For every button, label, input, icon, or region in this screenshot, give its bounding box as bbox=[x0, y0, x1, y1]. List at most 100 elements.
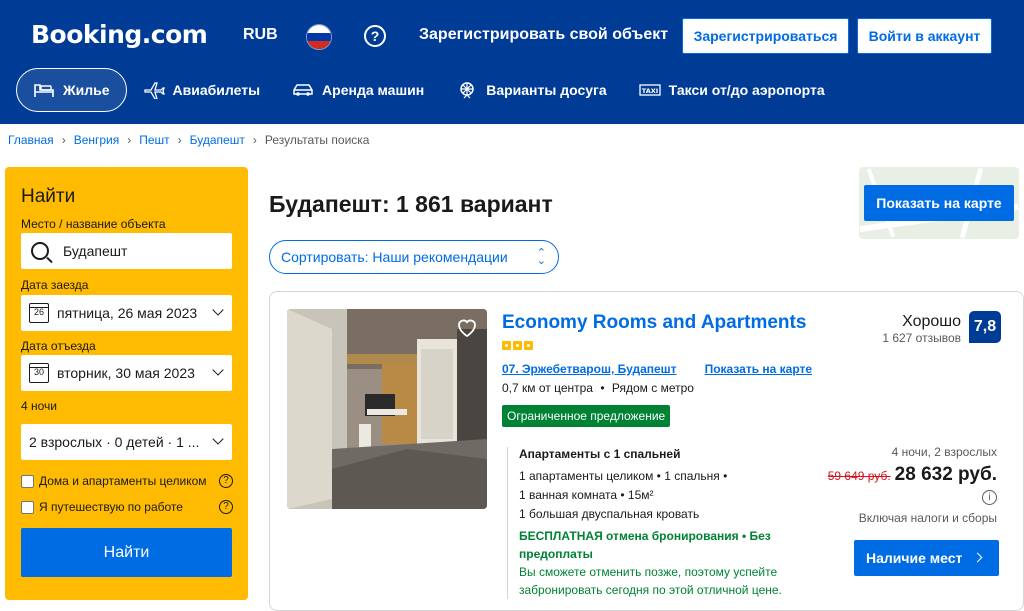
chevron-right-icon: › bbox=[127, 133, 132, 147]
star-rating bbox=[502, 341, 535, 350]
info-icon[interactable]: ? bbox=[219, 500, 233, 514]
svg-text:TAXI: TAXI bbox=[641, 87, 657, 95]
nav-label: Авиабилеты bbox=[172, 82, 261, 98]
search-title: Найти bbox=[21, 186, 76, 207]
checkout-label: Дата отъезда bbox=[21, 339, 96, 353]
star-icon bbox=[502, 341, 511, 350]
checkbox[interactable] bbox=[21, 474, 34, 488]
work-travel-checkbox[interactable]: Я путешествую по работе ? bbox=[21, 500, 233, 514]
currency-selector[interactable]: RUB bbox=[243, 26, 278, 44]
search-panel: Найти Место / название объекта Будапешт … bbox=[5, 167, 248, 600]
top-header: Booking.com RUB ? Зарегистрировать свой … bbox=[0, 0, 1024, 124]
property-name[interactable]: Economy Rooms and Apartments bbox=[502, 312, 806, 334]
checkin-label: Дата заезда bbox=[21, 278, 89, 292]
nav-label: Такси от/до аэропорта bbox=[668, 82, 825, 98]
property-card: Economy Rooms and Apartments 07. Эржебет… bbox=[269, 291, 1024, 611]
taxes-note: Включая налоги и сборы bbox=[858, 511, 997, 525]
star-icon bbox=[524, 341, 533, 350]
info-icon[interactable]: ? bbox=[219, 474, 233, 488]
car-icon bbox=[293, 84, 313, 96]
nav-car-rental[interactable]: Аренда машин bbox=[276, 68, 440, 112]
search-button[interactable]: Найти bbox=[21, 528, 232, 577]
nav-attractions[interactable]: Варианты досуга bbox=[440, 68, 622, 112]
plane-icon bbox=[143, 82, 165, 99]
metro-text: Рядом с метро bbox=[611, 381, 694, 395]
breadcrumb-country[interactable]: Венгрия bbox=[74, 133, 120, 147]
russian-flag-icon[interactable] bbox=[306, 24, 332, 50]
guests-selector[interactable]: 2 взрослых · 0 детей · 1 ... bbox=[21, 424, 232, 460]
chevron-right-icon: › bbox=[252, 133, 257, 147]
calendar-icon: 26 bbox=[29, 303, 49, 323]
price-row: 59 649 руб. 28 632 руб. bbox=[828, 464, 997, 486]
chevron-down-icon bbox=[212, 304, 224, 316]
room-title: Апартаменты с 1 спальней bbox=[519, 447, 681, 461]
sort-dropdown[interactable]: Сортировать: Наши рекомендации ⌃ ⌄ bbox=[269, 240, 559, 274]
room-details-1: 1 апартаменты целиком • 1 спальня • bbox=[519, 469, 728, 483]
show-on-map-button[interactable]: Показать на карте bbox=[864, 185, 1014, 221]
room-info: Апартаменты с 1 спальней 1 апартаменты ц… bbox=[507, 447, 807, 599]
free-cancellation-note: Вы сможете отменить позже, поэтому успей… bbox=[519, 565, 782, 597]
chevron-down-icon bbox=[212, 364, 224, 376]
breadcrumb-city[interactable]: Будапешт bbox=[190, 133, 245, 147]
distance-text: 0,7 км от центра bbox=[502, 381, 593, 395]
chevron-right-icon: › bbox=[177, 133, 182, 147]
original-price: 59 649 руб. bbox=[827, 469, 891, 483]
checkbox-label: Дома и апартаменты целиком bbox=[39, 474, 207, 488]
nav-label: Варианты досуга bbox=[486, 82, 607, 98]
destination-value: Будапешт bbox=[63, 243, 128, 259]
register-button[interactable]: Зарегистрироваться bbox=[682, 18, 849, 54]
nav-flights[interactable]: Авиабилеты bbox=[127, 68, 277, 112]
chevron-right-icon: › bbox=[61, 133, 66, 147]
stay-summary: 4 ночи, 2 взрослых bbox=[891, 445, 997, 459]
room-details-3: 1 большая двуспальная кровать bbox=[519, 507, 700, 521]
sort-label: Сортировать: Наши рекомендации bbox=[281, 249, 508, 265]
results-title: Будапешт: 1 861 вариант bbox=[269, 191, 553, 217]
calendar-icon: 30 bbox=[29, 363, 49, 383]
destination-input[interactable]: Будапешт bbox=[21, 233, 232, 269]
review-score-badge[interactable]: 7,8 bbox=[969, 311, 1001, 343]
attractions-icon bbox=[460, 82, 474, 99]
breadcrumb-region[interactable]: Пешт bbox=[139, 133, 169, 147]
limited-offer-badge: Ограниченное предложение bbox=[502, 405, 671, 427]
discounted-price: 28 632 руб. bbox=[894, 464, 997, 485]
chevron-down-icon bbox=[212, 433, 224, 445]
checkin-date-field[interactable]: 26 пятница, 26 мая 2023 bbox=[21, 295, 232, 331]
checkbox[interactable] bbox=[21, 500, 34, 514]
login-button[interactable]: Войти в аккаунт bbox=[857, 18, 992, 54]
nav-stays[interactable]: Жилье bbox=[16, 68, 127, 112]
breadcrumb: Главная › Венгрия › Пешт › Будапешт › Резуль… bbox=[8, 133, 369, 147]
star-icon bbox=[513, 341, 522, 350]
price-info-icon[interactable]: i bbox=[982, 490, 997, 505]
destination-label: Место / название объекта bbox=[21, 217, 166, 231]
heart-icon[interactable] bbox=[455, 315, 479, 339]
breadcrumb-current: Результаты поиска bbox=[264, 133, 370, 147]
availability-label: Наличие мест bbox=[866, 550, 963, 566]
nav-label: Жилье bbox=[63, 82, 110, 98]
checkin-value: пятница, 26 мая 2023 bbox=[57, 305, 198, 321]
entire-homes-checkbox[interactable]: Дома и апартаменты целиком ? bbox=[21, 474, 233, 488]
district-link[interactable]: 07. Эржебетварош, Будапешт bbox=[502, 362, 677, 376]
show-on-map-link[interactable]: Показать на карте bbox=[705, 362, 813, 376]
guests-value: 2 взрослых · 0 детей · 1 ... bbox=[29, 434, 200, 450]
help-icon[interactable]: ? bbox=[364, 25, 386, 47]
review-score-word[interactable]: Хорошо bbox=[902, 313, 961, 331]
nights-count: 4 ночи bbox=[21, 399, 57, 413]
nav-airport-taxi[interactable]: TAXI Такси от/до аэропорта bbox=[623, 68, 841, 112]
bed-icon bbox=[34, 84, 54, 97]
nav-label: Аренда машин bbox=[322, 82, 425, 98]
main-nav: Жилье Авиабилеты Аренда машин Варианты д… bbox=[16, 68, 841, 112]
see-availability-button[interactable]: Наличие мест bbox=[854, 540, 999, 576]
property-photo[interactable] bbox=[287, 309, 487, 509]
checkbox-label: Я путешествую по работе bbox=[39, 500, 183, 514]
chevron-right-icon bbox=[972, 552, 983, 563]
booking-logo[interactable]: Booking.com bbox=[31, 20, 208, 49]
sort-arrows-icon: ⌃ ⌄ bbox=[536, 247, 546, 267]
checkout-value: вторник, 30 мая 2023 bbox=[57, 365, 195, 381]
room-details-2: 1 ванная комната • 15м² bbox=[519, 488, 654, 502]
breadcrumb-home[interactable]: Главная bbox=[8, 133, 54, 147]
free-cancellation: БЕСПЛАТНАЯ отмена бронирования • Без пре… bbox=[519, 529, 771, 561]
review-count[interactable]: 1 627 отзывов bbox=[882, 331, 961, 345]
address-line: 07. Эржебетварош, Будапешт Показать на к… bbox=[502, 362, 812, 376]
checkout-date-field[interactable]: 30 вторник, 30 мая 2023 bbox=[21, 355, 232, 391]
list-property-link[interactable]: Зарегистрировать свой объект bbox=[419, 26, 668, 44]
